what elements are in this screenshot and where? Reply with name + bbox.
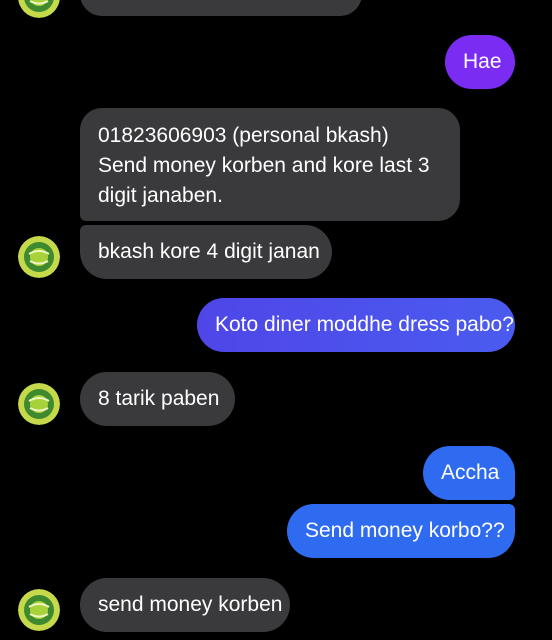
message-text-line: 01823606903 (personal bkash) xyxy=(98,124,389,147)
message-text: bkash kore 4 digit janan xyxy=(98,240,320,263)
message-text: Koto diner moddhe dress pabo? xyxy=(215,313,514,336)
message-bubble-incoming[interactable]: send money korben xyxy=(80,578,290,632)
message-bubble-outgoing[interactable]: Koto diner moddhe dress pabo? xyxy=(197,298,515,352)
sender-avatar-icon[interactable] xyxy=(18,0,60,18)
message-text: 8 tarik paben xyxy=(98,387,220,410)
message-bubble-incoming[interactable] xyxy=(80,0,362,16)
message-text: Accha xyxy=(441,461,500,484)
message-bubble-incoming[interactable]: bkash kore 4 digit janan xyxy=(80,225,332,279)
message-bubble-outgoing[interactable]: Hae xyxy=(445,35,515,89)
message-bubble-incoming[interactable]: 8 tarik paben xyxy=(80,372,235,426)
message-text: Hae xyxy=(463,50,502,73)
message-text-line: digit janaben. xyxy=(98,184,223,207)
message-bubble-outgoing[interactable]: Send money korbo?? xyxy=(287,504,515,558)
message-text: send money korben xyxy=(98,593,283,616)
message-text: Send money korbo?? xyxy=(305,519,505,542)
sender-avatar-icon[interactable] xyxy=(18,236,60,278)
sender-avatar-icon[interactable] xyxy=(18,383,60,425)
sender-avatar-icon[interactable] xyxy=(18,589,60,631)
message-bubble-incoming[interactable]: 01823606903 (personal bkash) Send money … xyxy=(80,108,460,221)
message-bubble-outgoing[interactable]: Accha xyxy=(423,446,515,500)
message-text-line: Send money korben and kore last 3 xyxy=(98,154,430,177)
